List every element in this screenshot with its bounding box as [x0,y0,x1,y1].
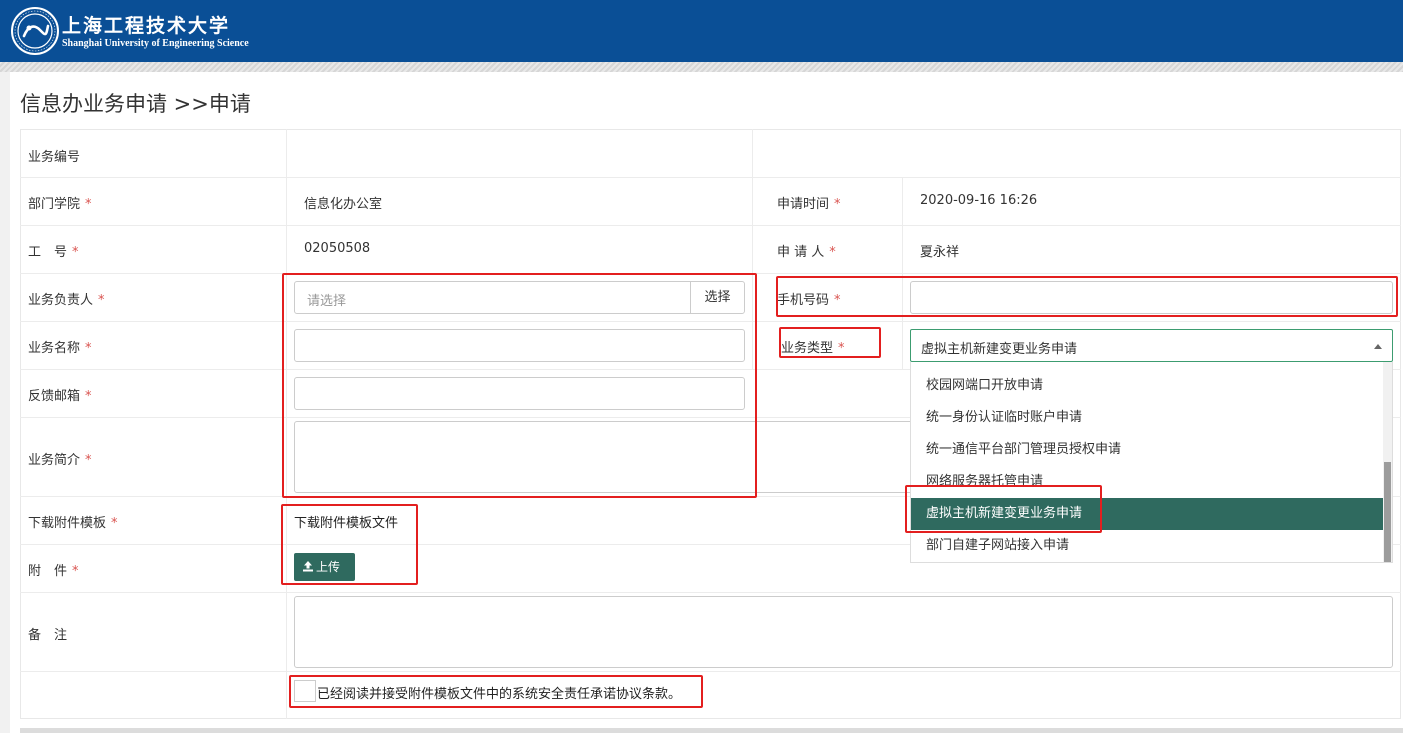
apply-time-label: 申请时间 * [777,197,841,212]
dropdown-option-selected[interactable]: 虚拟主机新建变更业务申请 [911,498,1385,530]
page-title: 信息办业务申请 >>申请 [20,92,251,116]
department-value: 信息化办公室 [304,197,383,212]
business-no-label: 业务编号 [28,150,81,165]
dropdown-option[interactable]: 统一身份认证临时账户申请 [911,402,1385,434]
column-divider [286,129,287,719]
applicant-value: 夏永祥 [920,245,960,260]
row-divider [20,592,1401,593]
apply-time-value: 2020-09-16 16:26 [920,193,1038,208]
upload-button-label: 上传 [316,560,341,574]
site-header: 上海工程技术大学 Shanghai University of Engineer… [0,0,1403,62]
upload-icon [303,561,313,572]
column-divider [752,129,753,369]
owner-placeholder: 请选择 [307,294,347,309]
phone-label: 手机号码 * [777,293,841,308]
agreement-text: 已经阅读并接受附件模板文件中的系统安全责任承诺协议条款。 [317,687,682,702]
row-divider [20,671,1401,672]
dropdown-option[interactable]: 校园网端口开放申请 [911,370,1385,402]
dropdown-scroll-thumb[interactable] [1384,462,1391,562]
business-name-input[interactable] [294,329,745,362]
university-logo-icon [11,7,59,55]
phone-input[interactable] [910,281,1393,314]
owner-label: 业务负责人 * [28,293,105,308]
row-divider [20,321,1401,322]
left-gutter [0,72,10,733]
row-divider [20,177,1401,178]
business-type-selected-value: 虚拟主机新建变更业务申请 [921,342,1078,357]
dropdown-option[interactable]: 部门自建子网站接入申请 [911,530,1385,562]
row-divider [20,225,1401,226]
remark-label: 备 注 [28,628,68,643]
department-label: 部门学院 * [28,197,92,212]
agreement-checkbox[interactable] [294,680,316,702]
row-divider [20,273,1401,274]
email-label: 反馈邮箱 * [28,389,92,404]
logo-english-name: Shanghai University of Engineering Scien… [62,38,249,49]
template-label: 下载附件模板 * [28,516,118,531]
owner-select-button[interactable]: 选择 [690,282,744,313]
footer-divider [20,728,1403,733]
dropdown-option[interactable]: 网络服务器托管申请 [911,466,1385,498]
staff-no-label: 工 号 * [28,245,79,260]
applicant-label: 申 请 人 * [777,245,836,260]
logo-chinese-name: 上海工程技术大学 [62,15,231,37]
summary-label: 业务简介 * [28,453,92,468]
business-type-label: 业务类型 * [781,341,845,356]
header-divider [0,62,1403,72]
dropdown-option[interactable]: 统一通信平台部门管理员授权申请 [911,434,1385,466]
column-divider [902,177,903,369]
owner-input[interactable]: 请选择 选择 [294,281,745,314]
business-name-label: 业务名称 * [28,341,92,356]
business-type-select[interactable]: 虚拟主机新建变更业务申请 [910,329,1393,362]
attachment-label: 附 件 * [28,564,79,579]
staff-no-value: 02050508 [304,241,371,256]
caret-up-icon [1374,344,1382,349]
template-download-link[interactable]: 下载附件模板文件 [294,512,398,531]
business-type-dropdown[interactable]: 校园网端口开放申请 统一身份认证临时账户申请 统一通信平台部门管理员授权申请 网… [910,362,1393,563]
email-input[interactable] [294,377,745,410]
upload-button[interactable]: 上传 [294,553,355,581]
remark-textarea[interactable] [294,596,1393,668]
dropdown-scrollbar[interactable] [1383,362,1392,562]
